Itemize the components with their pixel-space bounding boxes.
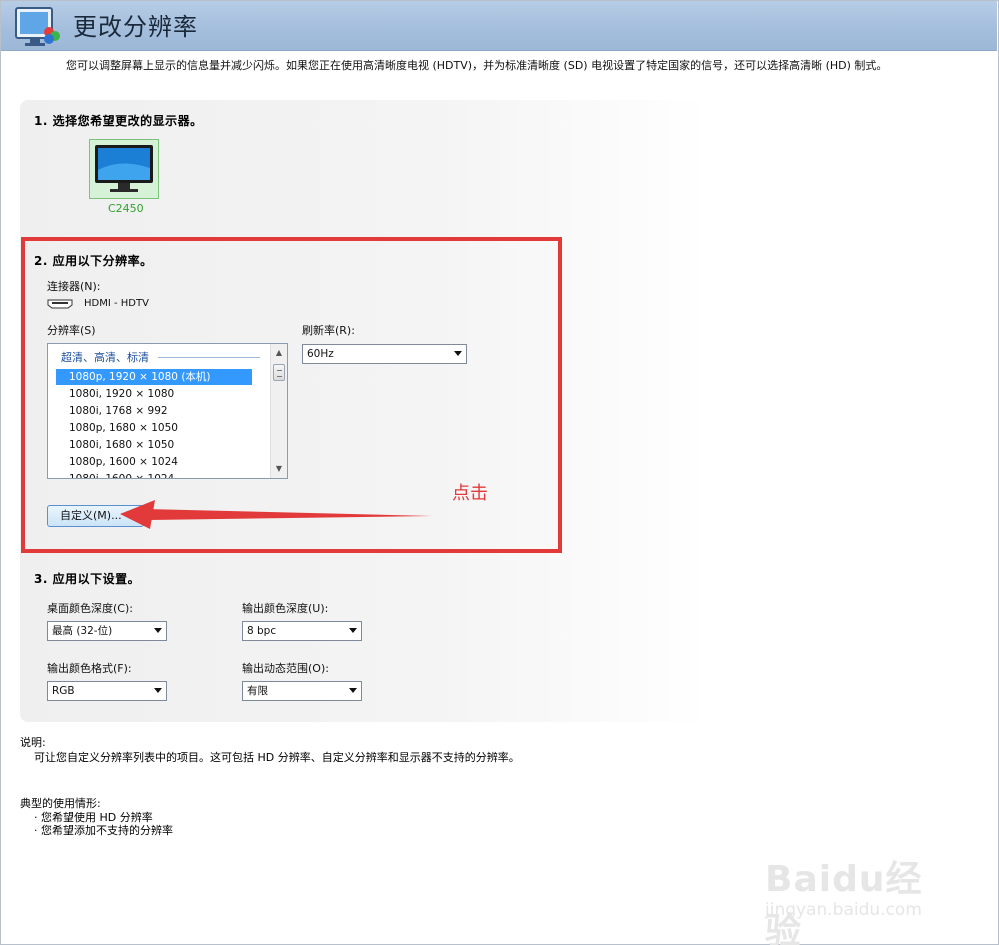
chevron-down-icon: [154, 688, 162, 693]
monitor-name: C2450: [108, 202, 144, 215]
desktop-depth-label: 桌面颜色深度(C):: [47, 602, 133, 615]
resolution-item[interactable]: 1080i, 1680 × 1050: [56, 437, 252, 453]
step1-title: 1. 选择您希望更改的显示器。: [34, 114, 203, 128]
page-title: 更改分辨率: [73, 13, 198, 41]
connector-label: 连接器(N):: [47, 280, 101, 293]
refresh-rate-select[interactable]: 60Hz: [302, 344, 467, 364]
resolution-item[interactable]: 1080p, 1920 × 1080 (本机): [56, 369, 252, 385]
resolution-group-label: 超清、高清、标清: [61, 351, 149, 364]
resolution-item[interactable]: 1080p, 1600 × 1024: [56, 454, 252, 470]
chevron-down-icon: [349, 688, 357, 693]
desktop-depth-value: 最高 (32-位): [52, 625, 113, 637]
resolution-label: 分辨率(S): [47, 324, 96, 337]
resolution-list-scrollbar[interactable]: ▲ ▼: [270, 344, 287, 478]
scroll-thumb[interactable]: [273, 364, 285, 381]
output-format-value: RGB: [52, 685, 75, 697]
output-range-label: 输出动态范围(O):: [242, 662, 329, 675]
refresh-rate-label: 刷新率(R):: [302, 324, 355, 337]
custom-resolution-button[interactable]: 自定义(M)...: [47, 505, 144, 527]
resolution-item[interactable]: 1080p, 1680 × 1050: [56, 420, 252, 436]
output-format-label: 输出颜色格式(F):: [47, 662, 132, 675]
scroll-down-icon[interactable]: ▼: [271, 462, 287, 476]
monitor-icon: [95, 145, 153, 192]
resolution-item[interactable]: 1080i, 1600 × 1024: [56, 471, 252, 478]
output-depth-value: 8 bpc: [247, 625, 277, 637]
chevron-down-icon: [349, 628, 357, 633]
chevron-down-icon: [454, 351, 462, 356]
step3-title: 3. 应用以下设置。: [34, 572, 141, 586]
output-format-select[interactable]: RGB: [47, 681, 167, 701]
resolution-item[interactable]: 1080i, 1768 × 992: [56, 403, 252, 419]
hdmi-icon: [47, 299, 73, 309]
watermark-logo: Baidu经验: [765, 859, 923, 945]
output-range-value: 有限: [247, 685, 268, 697]
intro-text: 您可以调整屏幕上显示的信息量并减少闪烁。如果您正在使用高清晰度电视 (HDTV)…: [66, 59, 888, 72]
output-range-select[interactable]: 有限: [242, 681, 362, 701]
baidu-jingyan-watermark: Baidu经验 jingyan.baidu.com: [765, 836, 950, 945]
display-settings-icon: [15, 7, 60, 46]
page-header: 更改分辨率: [1, 1, 997, 51]
resolution-list[interactable]: 超清、高清、标清 1080p, 1920 × 1080 (本机) 1080i, …: [47, 343, 288, 479]
connector-value: HDMI - HDTV: [84, 298, 149, 309]
refresh-rate-value: 60Hz: [307, 348, 334, 360]
watermark-url: jingyan.baidu.com: [765, 900, 922, 920]
output-depth-label: 输出颜色深度(U):: [242, 602, 329, 615]
annotation-click-text: 点击: [452, 483, 488, 504]
group-divider: [158, 357, 260, 358]
scroll-up-icon[interactable]: ▲: [271, 346, 287, 360]
output-depth-select[interactable]: 8 bpc: [242, 621, 362, 641]
description-title: 说明:: [20, 736, 46, 749]
desktop-depth-select[interactable]: 最高 (32-位): [47, 621, 167, 641]
resolution-item[interactable]: 1080i, 1920 × 1080: [56, 386, 252, 402]
usage-item: · 您希望添加不支持的分辨率: [34, 824, 173, 837]
monitor-c2450[interactable]: [89, 139, 159, 199]
description-text: 可让您自定义分辨率列表中的项目。这可包括 HD 分辨率、自定义分辨率和显示器不支…: [34, 751, 520, 764]
chevron-down-icon: [154, 628, 162, 633]
step2-title: 2. 应用以下分辨率。: [34, 254, 153, 268]
